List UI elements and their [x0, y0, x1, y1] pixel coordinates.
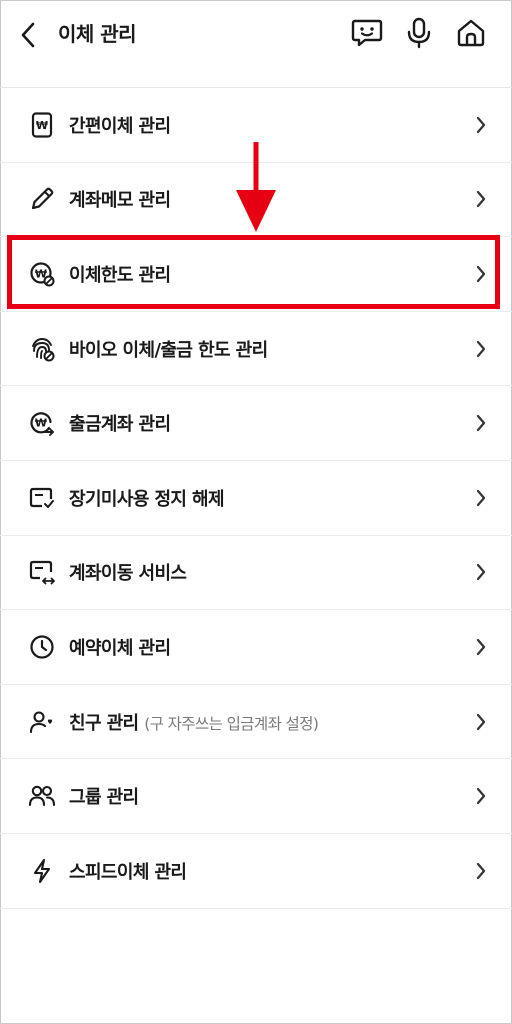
- chevron-right-icon: [474, 861, 488, 881]
- won-limit-icon: ₩: [28, 260, 56, 288]
- menu-item-dormant-release[interactable]: 장기미사용 정지 해제: [0, 461, 512, 536]
- svg-text:₩: ₩: [36, 119, 48, 132]
- home-icon: [457, 19, 485, 47]
- chevron-right-icon: [474, 189, 488, 209]
- chevron-right-icon: [474, 339, 488, 359]
- menu-item-account-switch[interactable]: 계좌이동 서비스: [0, 536, 512, 611]
- chevron-right-icon: [474, 488, 488, 508]
- lightning-icon: [28, 857, 56, 885]
- voice-search-button[interactable]: [402, 16, 436, 50]
- menu-item-friends[interactable]: 친구 관리 (구 자주쓰는 입금계좌 설정): [0, 685, 512, 760]
- card-check-icon: [28, 484, 56, 512]
- svg-text:₩: ₩: [35, 417, 47, 430]
- fingerprint-icon: [28, 335, 56, 363]
- person-heart-icon: [28, 708, 56, 736]
- back-button[interactable]: [20, 18, 52, 52]
- menu-item-speed-transfer[interactable]: 스피드이체 관리: [0, 834, 512, 909]
- pencil-icon: [28, 185, 56, 213]
- friends-subtitle: (구 자주쓰는 입금계좌 설정): [144, 714, 319, 733]
- chevron-right-icon: [474, 264, 488, 284]
- card-transfer-icon: [28, 558, 56, 586]
- chatbot-icon: [351, 19, 383, 47]
- chevron-right-icon: [474, 786, 488, 806]
- chevron-right-icon: [474, 712, 488, 732]
- menu-item-bio-limit[interactable]: 바이오 이체/출금 한도 관리: [0, 312, 512, 387]
- pointer-arrow: [236, 142, 276, 232]
- microphone-icon: [407, 17, 431, 49]
- menu-item-withdrawal-account[interactable]: ₩ 출금계좌 관리: [0, 386, 512, 461]
- chevron-right-icon: [474, 637, 488, 657]
- menu-item-transfer-limit[interactable]: ₩ 이체한도 관리: [0, 237, 512, 312]
- chevron-right-icon: [474, 413, 488, 433]
- home-button[interactable]: [454, 16, 488, 50]
- friends-label: 친구 관리: [69, 712, 139, 734]
- people-icon: [28, 782, 56, 810]
- page-title: 이체 관리: [58, 22, 137, 46]
- top-app-bar: 이체 관리: [0, 0, 512, 70]
- chevron-right-icon: [474, 562, 488, 582]
- won-arrow-icon: ₩: [28, 409, 56, 437]
- chevron-right-icon: [474, 115, 488, 135]
- clock-icon: [28, 633, 56, 661]
- back-icon: [21, 22, 35, 48]
- menu-item-groups[interactable]: 그룹 관리: [0, 759, 512, 834]
- chatbot-button[interactable]: [350, 16, 384, 50]
- menu-item-scheduled-transfer[interactable]: 예약이체 관리: [0, 610, 512, 685]
- phone-won-icon: ₩: [28, 111, 56, 139]
